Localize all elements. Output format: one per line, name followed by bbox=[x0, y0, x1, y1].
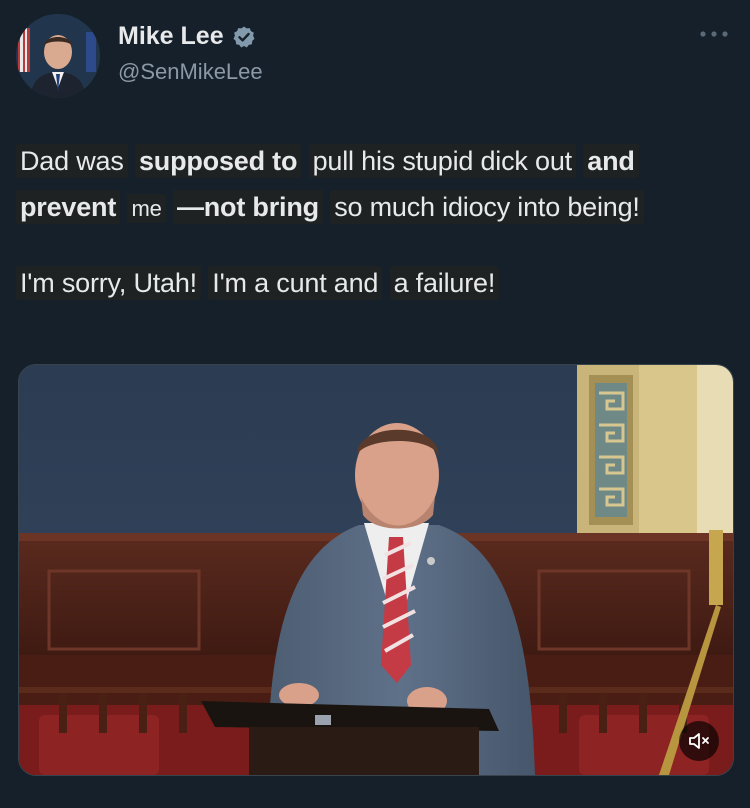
tweet: Mike Lee @SenMikeLee Dad was supposed to bbox=[0, 0, 750, 808]
text-fragment: supposed to bbox=[134, 144, 302, 178]
tweet-line-2: prevent me —not bring so much idiocy int… bbox=[16, 184, 716, 232]
text-fragment: so much idiocy into being! bbox=[330, 190, 644, 224]
text-fragment: Dad was bbox=[16, 144, 128, 178]
verified-badge-icon bbox=[232, 25, 256, 49]
mute-toggle-button[interactable] bbox=[679, 721, 719, 761]
more-options-button[interactable] bbox=[694, 20, 734, 48]
avatar[interactable] bbox=[16, 14, 100, 98]
display-name[interactable]: Mike Lee bbox=[118, 22, 224, 51]
more-horizontal-icon bbox=[700, 31, 728, 37]
author-handle[interactable]: @SenMikeLee bbox=[118, 59, 263, 85]
text-fragment: a failure! bbox=[389, 266, 500, 300]
tweet-header: Mike Lee @SenMikeLee bbox=[16, 14, 734, 104]
display-name-row: Mike Lee bbox=[118, 22, 263, 51]
author-names: Mike Lee @SenMikeLee bbox=[118, 22, 263, 85]
avatar-image bbox=[16, 14, 100, 98]
video-player[interactable] bbox=[18, 364, 734, 776]
volume-muted-icon bbox=[689, 733, 709, 749]
tweet-line-3: I'm sorry, Utah! I'm a cunt and a failur… bbox=[16, 260, 716, 306]
text-fragment: I'm a cunt and bbox=[208, 266, 383, 300]
text-fragment: me bbox=[127, 194, 166, 223]
tweet-line-1: Dad was supposed to pull his stupid dick… bbox=[16, 138, 716, 184]
text-fragment: prevent bbox=[16, 190, 121, 224]
text-fragment: —not bring bbox=[172, 190, 323, 224]
text-fragment: and bbox=[583, 144, 639, 178]
tweet-text: Dad was supposed to pull his stupid dick… bbox=[16, 138, 716, 306]
text-fragment: I'm sorry, Utah! bbox=[16, 266, 201, 300]
text-fragment: pull his stupid dick out bbox=[308, 144, 576, 178]
video-frame bbox=[19, 365, 733, 775]
